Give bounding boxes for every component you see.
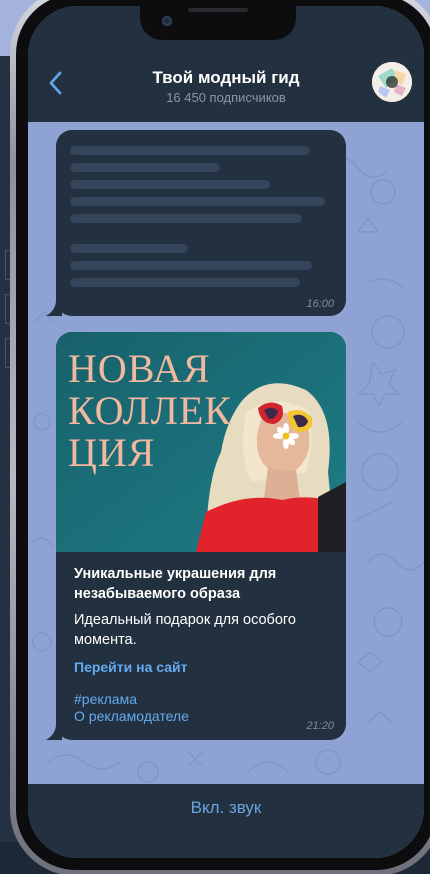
ad-description: Идеальный подарок для особого момента. xyxy=(74,612,296,648)
channel-title[interactable]: Твой модный гид xyxy=(28,68,424,88)
skeleton-line xyxy=(70,278,300,287)
ad-headline-line: ЦИЯ xyxy=(68,430,155,475)
channel-avatar[interactable] xyxy=(372,62,412,102)
chat-area: 16:00 НОВАЯ КОЛЛЕК ЦИЯ Уникальные украше… xyxy=(28,122,424,784)
visit-site-link[interactable]: Перейти на сайт xyxy=(74,659,187,675)
skeleton-line xyxy=(70,214,302,223)
phone-bezel: Твой модный гид 16 450 подписчиков 16:00… xyxy=(16,0,430,870)
message-time: 21:20 xyxy=(306,720,334,732)
ad-image[interactable]: НОВАЯ КОЛЛЕК ЦИЯ xyxy=(56,332,346,552)
message-placeholder: 16:00 xyxy=(56,130,346,316)
notch xyxy=(140,6,296,40)
bottom-bar: Вкл. звук xyxy=(28,784,424,858)
ad-hashtag[interactable]: #реклама xyxy=(74,691,137,707)
phone-screen: Твой модный гид 16 450 подписчиков 16:00… xyxy=(28,6,424,858)
message-time: 16:00 xyxy=(306,298,334,310)
unmute-button[interactable]: Вкл. звук xyxy=(28,798,424,818)
avatar-image xyxy=(372,62,412,102)
ad-headline-line: НОВАЯ xyxy=(68,346,211,391)
subscriber-count: 16 450 подписчиков xyxy=(166,90,286,105)
skeleton-line xyxy=(70,261,312,270)
front-camera xyxy=(162,16,172,26)
ad-message: НОВАЯ КОЛЛЕК ЦИЯ Уникальные украшения дл… xyxy=(56,332,346,740)
skeleton-line xyxy=(70,197,325,206)
skeleton-line xyxy=(70,180,270,189)
skeleton-line xyxy=(70,244,188,253)
phone-frame: Твой модный гид 16 450 подписчиков 16:00… xyxy=(10,0,430,874)
skeleton-line xyxy=(70,163,220,172)
about-advertiser-link[interactable]: О рекламодателе xyxy=(74,708,189,724)
bubble-tail xyxy=(46,724,62,740)
ad-title: Уникальные украшения для незабываемого о… xyxy=(74,566,277,602)
skeleton-line xyxy=(70,146,310,155)
ad-headline-line: КОЛЛЕК xyxy=(68,388,232,433)
speaker xyxy=(188,8,248,12)
bubble-tail xyxy=(46,300,62,316)
